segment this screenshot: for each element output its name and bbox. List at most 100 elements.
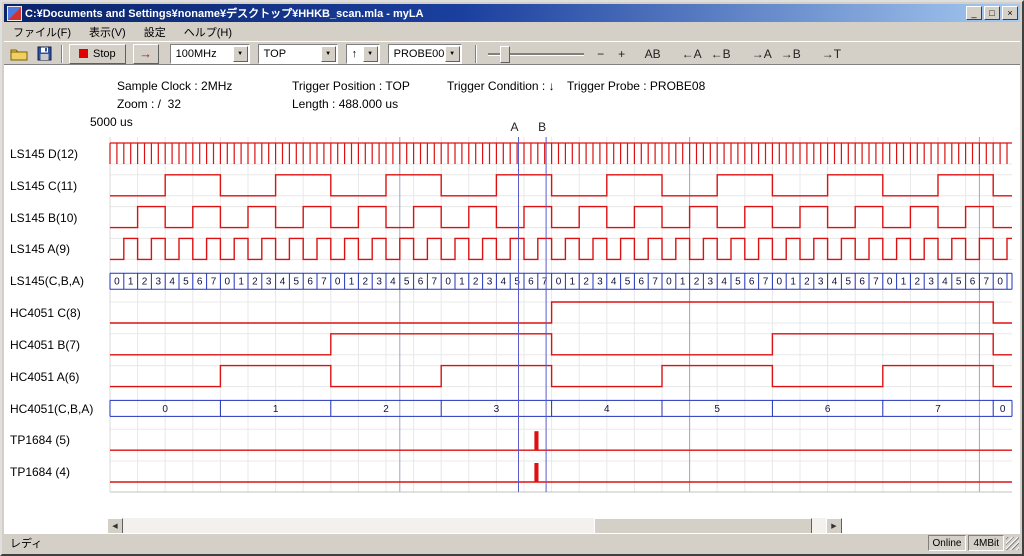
channel-label-ls145-a[interactable]: LS145 A(9) <box>10 242 108 256</box>
chevron-down-icon[interactable]: ▼ <box>363 46 378 62</box>
goto-prev-a-button[interactable]: ←A <box>679 44 705 64</box>
svg-text:7: 7 <box>542 277 548 288</box>
zoom-out-button[interactable]: − <box>592 44 610 64</box>
channel-trace-0 <box>110 143 1012 164</box>
stop-button[interactable]: Stop <box>69 44 126 64</box>
svg-text:6: 6 <box>639 277 645 288</box>
channel-label-ls145-d[interactable]: LS145 D(12) <box>10 147 108 161</box>
svg-text:4: 4 <box>280 277 286 288</box>
chevron-down-icon[interactable]: ▼ <box>321 46 336 62</box>
svg-text:2: 2 <box>804 277 810 288</box>
channel-label-tp1684-5[interactable]: TP1684 (5) <box>10 433 108 447</box>
svg-text:7: 7 <box>652 277 658 288</box>
open-file-button[interactable] <box>8 44 30 64</box>
goto-next-b-button[interactable]: →B <box>778 44 804 64</box>
menu-file[interactable]: ファイル(F) <box>4 21 80 43</box>
trigger-edge-select[interactable]: ↑ ▼ <box>346 44 380 64</box>
run-button[interactable]: → <box>133 44 159 64</box>
svg-text:5: 5 <box>846 277 852 288</box>
open-folder-icon <box>10 47 28 61</box>
svg-text:6: 6 <box>528 277 534 288</box>
svg-text:0: 0 <box>225 277 231 288</box>
svg-text:0: 0 <box>445 277 451 288</box>
svg-text:2: 2 <box>583 277 589 288</box>
svg-text:1: 1 <box>128 277 134 288</box>
svg-text:1: 1 <box>790 277 796 288</box>
scroll-left-button[interactable]: ◀ <box>107 518 123 534</box>
goto-prev-b-button[interactable]: ←B <box>708 44 734 64</box>
zoom-slider-handle[interactable] <box>500 46 510 63</box>
cursor-label-b: B <box>538 120 546 134</box>
svg-text:4: 4 <box>611 277 617 288</box>
save-file-button[interactable] <box>33 44 55 64</box>
menu-help[interactable]: ヘルプ(H) <box>175 21 241 43</box>
svg-text:3: 3 <box>156 277 162 288</box>
maximize-button[interactable]: □ <box>984 6 1000 20</box>
channel-trace-1 <box>110 175 1012 196</box>
title-bar: C:¥Documents and Settings¥noname¥デスクトップ¥… <box>4 4 1020 22</box>
waveform-display: 0123456701234567012345670123456701234567… <box>4 114 1020 514</box>
svg-text:7: 7 <box>321 277 327 288</box>
svg-text:4: 4 <box>832 277 838 288</box>
svg-text:0: 0 <box>162 404 168 415</box>
length-info: Length : 488.000 us <box>292 97 398 111</box>
svg-text:2: 2 <box>252 277 258 288</box>
zoom-slider[interactable] <box>488 45 584 63</box>
svg-text:1: 1 <box>570 277 576 288</box>
channel-label-hc4051-a[interactable]: HC4051 A(6) <box>10 370 108 384</box>
zoom-in-button[interactable]: + <box>613 44 631 64</box>
svg-text:3: 3 <box>494 404 500 415</box>
channel-trace-6 <box>110 334 1012 355</box>
menu-view[interactable]: 表示(V) <box>80 21 135 43</box>
svg-text:0: 0 <box>556 277 562 288</box>
toolbar: Stop → 100MHz ▼ TOP ▼ ↑ ▼ PROBE00 ▼ − + … <box>4 41 1020 65</box>
channel-label-hc4051-b[interactable]: HC4051 B(7) <box>10 338 108 352</box>
goto-trigger-button[interactable]: →T <box>819 44 844 64</box>
scroll-right-button[interactable]: ▶ <box>826 518 842 534</box>
close-button[interactable]: × <box>1002 6 1018 20</box>
svg-text:0: 0 <box>335 277 341 288</box>
status-memory: 4MBit <box>968 535 1004 551</box>
ab-button[interactable]: AB <box>642 44 664 64</box>
channel-label-hc4051-c[interactable]: HC4051 C(8) <box>10 306 108 320</box>
horizontal-scrollbar: ◀ ▶ <box>107 518 842 534</box>
svg-text:5: 5 <box>735 277 741 288</box>
minimize-button[interactable]: _ <box>966 6 982 20</box>
svg-text:5: 5 <box>404 277 410 288</box>
goto-next-a-button[interactable]: →A <box>749 44 775 64</box>
resize-grip[interactable] <box>1006 537 1019 550</box>
channel-label-ls145-b[interactable]: LS145 B(10) <box>10 211 108 225</box>
chevron-down-icon[interactable]: ▼ <box>445 46 460 62</box>
trigger-probe-select[interactable]: PROBE00 ▼ <box>388 44 462 64</box>
svg-text:0: 0 <box>997 277 1003 288</box>
svg-text:2: 2 <box>473 277 479 288</box>
svg-text:2: 2 <box>383 404 389 415</box>
channel-trace-9 <box>110 431 1012 450</box>
svg-text:0: 0 <box>666 277 672 288</box>
channel-trace-7 <box>110 366 1012 387</box>
svg-text:0: 0 <box>887 277 893 288</box>
stop-button-label: Stop <box>93 48 116 60</box>
cursor-b[interactable]: B <box>538 120 546 492</box>
svg-text:1: 1 <box>901 277 907 288</box>
scroll-thumb[interactable] <box>594 518 812 534</box>
svg-text:4: 4 <box>721 277 727 288</box>
svg-text:5: 5 <box>714 404 720 415</box>
cursor-a[interactable]: A <box>510 120 518 492</box>
svg-text:1: 1 <box>349 277 355 288</box>
svg-text:5: 5 <box>294 277 300 288</box>
channel-label-ls145-c[interactable]: LS145 C(11) <box>10 179 108 193</box>
toolbar-separator <box>61 45 63 63</box>
channel-label-tp1684-4[interactable]: TP1684 (4) <box>10 465 108 479</box>
trigger-position-select[interactable]: TOP ▼ <box>258 44 338 64</box>
menu-settings[interactable]: 設定 <box>135 21 175 43</box>
scroll-track[interactable] <box>123 518 826 534</box>
channel-label-ls145-bus[interactable]: LS145(C,B,A) <box>10 274 108 288</box>
channel-trace-3 <box>110 238 1012 259</box>
sample-rate-select[interactable]: 100MHz ▼ <box>170 44 250 64</box>
channel-label-hc4051-bus[interactable]: HC4051(C,B,A) <box>10 402 108 416</box>
chevron-down-icon[interactable]: ▼ <box>233 46 248 62</box>
status-bar: レディ Online 4MBit <box>4 533 1020 552</box>
channel-trace-5 <box>110 302 1012 323</box>
menu-bar: ファイル(F) 表示(V) 設定 ヘルプ(H) <box>4 22 1020 41</box>
